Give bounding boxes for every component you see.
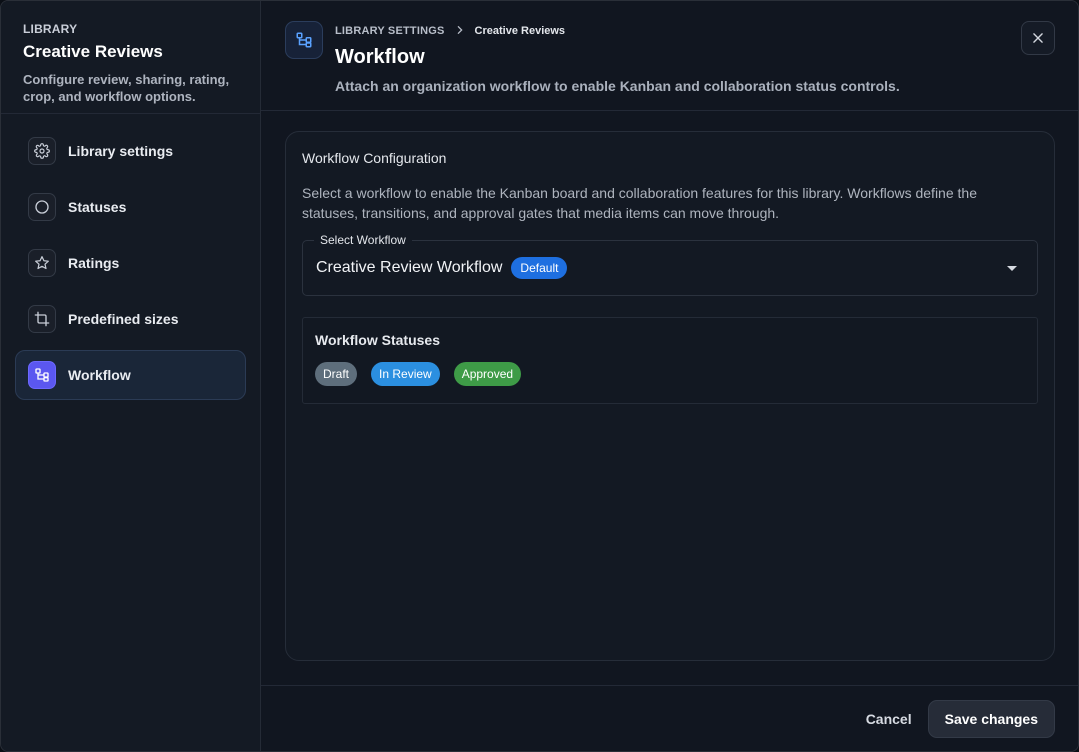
status-chip-in-review: In Review	[371, 362, 440, 387]
breadcrumb: LIBRARY SETTINGS Creative Reviews	[335, 23, 900, 38]
select-label: Select Workflow	[314, 233, 412, 248]
close-button[interactable]	[1021, 21, 1055, 55]
card-title: Workflow Configuration	[302, 150, 447, 167]
library-settings-dialog: LIBRARY Creative Reviews Configure revie…	[0, 0, 1079, 752]
status-chip-draft: Draft	[315, 362, 358, 387]
dialog-footer: Cancel Save changes	[261, 685, 1078, 751]
content-area: Workflow Configuration Select a workflow…	[261, 111, 1078, 685]
save-changes-button[interactable]: Save changes	[927, 699, 1055, 738]
sidebar-item-library-settings[interactable]: Library settings	[15, 126, 246, 176]
chevron-right-icon	[455, 23, 465, 38]
select-value: Creative Review Workflow	[316, 259, 503, 277]
settings-nav: Library settings Statuses Ratings Predef…	[1, 114, 260, 412]
panel-header: LIBRARY SETTINGS Creative Reviews Workfl…	[261, 1, 1078, 112]
sidebar-item-workflow[interactable]: Workflow	[15, 350, 246, 400]
status-chip-approved: Approved	[453, 362, 522, 387]
sidebar-header: LIBRARY Creative Reviews Configure revie…	[1, 1, 260, 114]
default-badge: Default	[511, 257, 568, 280]
breadcrumb-item[interactable]: LIBRARY SETTINGS	[335, 25, 445, 37]
breadcrumb-item: Creative Reviews	[474, 24, 566, 37]
star-icon	[28, 249, 56, 277]
workflow-icon	[28, 361, 56, 389]
close-icon	[1033, 33, 1043, 43]
card-description: Select a workflow to enable the Kanban b…	[302, 185, 977, 222]
page-title: Workflow	[335, 46, 425, 68]
sidebar-item-label: Library settings	[68, 143, 174, 159]
sidebar-item-label: Workflow	[68, 367, 131, 383]
workflow-icon	[285, 21, 323, 59]
header-text: LIBRARY SETTINGS Creative Reviews Workfl…	[335, 21, 900, 110]
workflow-config-card: Workflow Configuration Select a workflow…	[285, 131, 1055, 662]
caret-down-icon	[1007, 266, 1017, 272]
gear-icon	[28, 137, 56, 165]
circle-icon	[28, 193, 56, 221]
crop-icon	[28, 305, 56, 333]
status-chips: Draft In Review Approved	[315, 362, 1025, 387]
workflow-select[interactable]: Select Workflow Creative Review Workflow…	[302, 233, 1038, 297]
sidebar-item-label: Predefined sizes	[68, 311, 179, 327]
main-panel: LIBRARY SETTINGS Creative Reviews Workfl…	[261, 1, 1078, 751]
sidebar-item-predefined-sizes[interactable]: Predefined sizes	[15, 294, 246, 344]
library-name: Creative Reviews	[23, 42, 163, 61]
cancel-button[interactable]: Cancel	[866, 703, 912, 735]
sidebar-item-ratings[interactable]: Ratings	[15, 238, 246, 288]
sidebar-description: Configure review, sharing, rating, crop,…	[23, 72, 230, 104]
sidebar-item-label: Statuses	[68, 199, 127, 215]
workflow-statuses: Workflow Statuses Draft In Review Approv…	[302, 317, 1038, 405]
sidebar: LIBRARY Creative Reviews Configure revie…	[1, 1, 261, 751]
sidebar-item-label: Ratings	[68, 255, 120, 271]
sidebar-eyebrow: LIBRARY	[23, 22, 78, 36]
sidebar-item-statuses[interactable]: Statuses	[15, 182, 246, 232]
statuses-title: Workflow Statuses	[315, 332, 440, 349]
page-description: Attach an organization workflow to enabl…	[335, 78, 900, 94]
